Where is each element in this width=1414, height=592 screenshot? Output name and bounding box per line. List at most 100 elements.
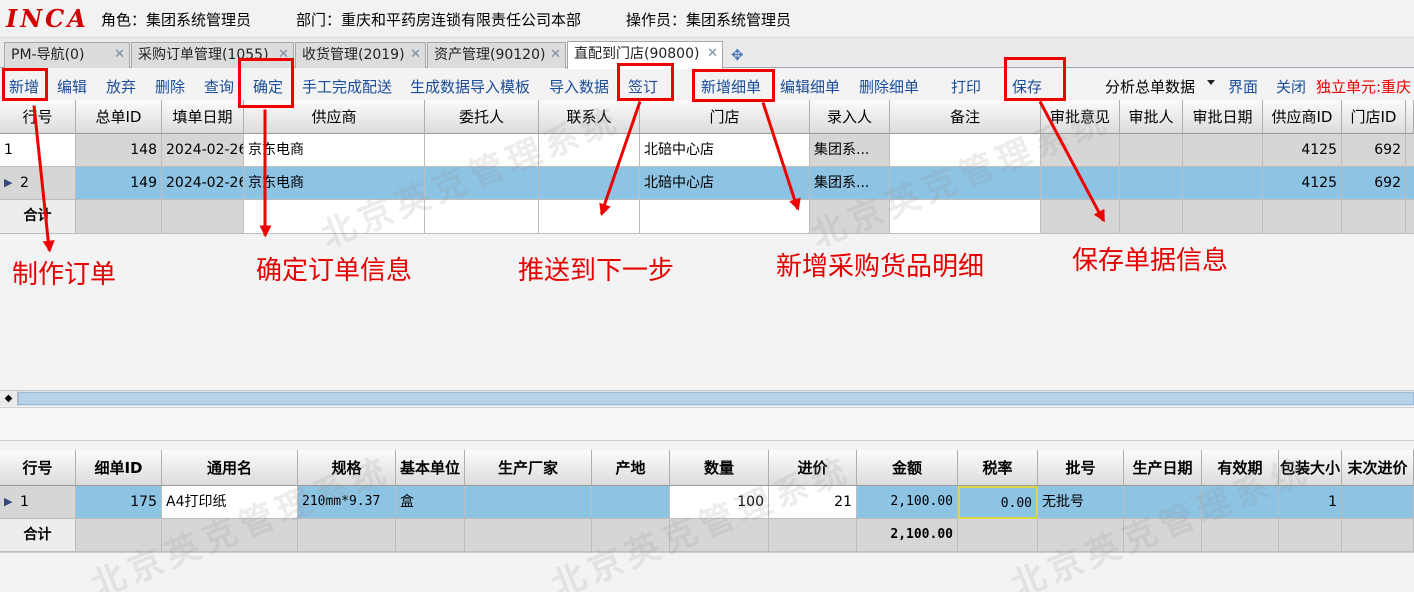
close-icon[interactable]: ✕ <box>410 43 421 67</box>
column-header[interactable]: 基本单位 <box>396 450 465 486</box>
total-cell <box>810 200 890 234</box>
supplier[interactable]: 京东电商 <box>244 134 425 167</box>
column-header[interactable]: 供应商 <box>244 100 425 134</box>
detail-grid-header: 行号 细单ID 通用名 规格 基本单位 生产厂家 产地 数量 进价 金额 税率 … <box>0 450 1414 486</box>
total-cell <box>1124 519 1202 552</box>
contact[interactable] <box>539 134 640 167</box>
close-icon[interactable]: ✕ <box>114 43 125 67</box>
column-header[interactable]: 备注 <box>890 100 1041 134</box>
close-icon[interactable]: ✕ <box>707 42 718 66</box>
column-header[interactable]: 联系人 <box>539 100 640 134</box>
splitter-bar[interactable] <box>0 407 1414 441</box>
column-header[interactable]: 进价 <box>769 450 857 486</box>
total-cell <box>890 200 1041 234</box>
view-button[interactable]: 界面 <box>1228 76 1258 97</box>
tab-receiving[interactable]: 收货管理(2019) ✕ <box>295 42 426 68</box>
tax-rate-input[interactable]: 0.00 <box>958 486 1038 519</box>
total-cell <box>539 200 640 234</box>
save-button[interactable]: 保存 <box>1012 76 1042 97</box>
client[interactable] <box>425 134 539 167</box>
delete-button[interactable]: 删除 <box>155 76 185 97</box>
tab-label: PM-导航(0) <box>11 47 85 63</box>
close-icon[interactable]: ✕ <box>550 43 561 67</box>
column-header[interactable]: 产地 <box>592 450 670 486</box>
column-header[interactable]: 税率 <box>958 450 1038 486</box>
close-icon[interactable]: ✕ <box>278 43 289 67</box>
note[interactable] <box>890 167 1041 200</box>
query-button[interactable]: 查询 <box>204 76 234 97</box>
column-header[interactable]: 行号 <box>0 100 76 134</box>
print-button[interactable]: 打印 <box>951 76 981 97</box>
tab-label: 直配到门店(90800) <box>574 46 700 62</box>
column-header[interactable]: 生产日期 <box>1124 450 1202 486</box>
column-header[interactable]: 批号 <box>1038 450 1124 486</box>
analyze-dropdown[interactable]: 分析总单数据 <box>1105 76 1195 97</box>
total-cell <box>465 519 592 552</box>
import-data-button[interactable]: 导入数据 <box>549 76 609 97</box>
base-unit: 盒 <box>396 486 465 519</box>
horizontal-scrollbar[interactable]: ◆ <box>0 390 1414 406</box>
column-header[interactable]: 细单ID <box>76 450 162 486</box>
edit-detail-button[interactable]: 编辑细单 <box>780 76 840 97</box>
store[interactable]: 北碚中心店 <box>640 167 810 200</box>
tab-direct-to-store[interactable]: 直配到门店(90800) ✕ <box>567 41 723 69</box>
tab-assets[interactable]: 资产管理(90120) ✕ <box>427 42 566 68</box>
add-button[interactable]: 新增 <box>9 76 39 97</box>
store[interactable]: 北碚中心店 <box>640 134 810 167</box>
column-header[interactable]: 金额 <box>857 450 958 486</box>
column-header[interactable]: 总单ID <box>76 100 162 134</box>
quantity-input[interactable]: 100 <box>670 486 769 519</box>
total-cell <box>1263 200 1342 234</box>
column-header[interactable]: 委托人 <box>425 100 539 134</box>
column-header[interactable]: 数量 <box>670 450 769 486</box>
column-header[interactable]: 门店 <box>640 100 810 134</box>
note[interactable] <box>890 134 1041 167</box>
total-cell <box>1120 200 1183 234</box>
supplier[interactable]: 京东电商 <box>244 167 425 200</box>
manual-complete-button[interactable]: 手工完成配送 <box>302 76 392 97</box>
total-label: 合计 <box>0 200 76 234</box>
scrollbar-thumb[interactable] <box>18 392 1414 405</box>
close-button[interactable]: 关闭 <box>1276 76 1306 97</box>
column-header[interactable]: 录入人 <box>810 100 890 134</box>
table-row-selected[interactable]: ▶ 1 175 A4打印纸 210mm*9.37 盒 100 21 2,100.0… <box>0 486 1414 519</box>
column-header[interactable]: 末次进价 <box>1342 450 1414 486</box>
column-header[interactable]: 有效期 <box>1202 450 1279 486</box>
scroll-left-icon[interactable]: ◆ <box>0 391 18 406</box>
generic-name[interactable]: A4打印纸 <box>162 486 298 519</box>
delete-detail-button[interactable]: 删除细单 <box>859 76 919 97</box>
discard-button[interactable]: 放弃 <box>106 76 136 97</box>
contact[interactable] <box>539 167 640 200</box>
add-detail-button[interactable]: 新增细单 <box>701 76 761 97</box>
row-number: ▶ 2 <box>0 167 76 200</box>
confirm-button[interactable]: 确定 <box>253 76 283 97</box>
column-header[interactable]: 审批意见 <box>1041 100 1120 134</box>
tab-purchase-orders[interactable]: 采购订单管理(1055) ✕ <box>131 42 294 68</box>
column-header[interactable]: 规格 <box>298 450 396 486</box>
column-header[interactable]: 生产厂家 <box>465 450 592 486</box>
column-header[interactable]: 审批日期 <box>1183 100 1263 134</box>
sign-button[interactable]: 签订 <box>628 76 658 97</box>
batch-number: 无批号 <box>1038 486 1124 519</box>
supplier-id: 4125 <box>1263 167 1342 200</box>
column-header[interactable]: 填单日期 <box>162 100 244 134</box>
tab-label: 资产管理(90120) <box>434 47 546 63</box>
column-header[interactable]: 行号 <box>0 450 76 486</box>
table-row-selected[interactable]: ▶ 2 149 2024-02-26 京东电商 北碚中心店 集团系... 4125… <box>0 167 1414 200</box>
column-header[interactable]: 门店ID <box>1342 100 1406 134</box>
store-id: 692 <box>1342 167 1406 200</box>
chevron-down-icon[interactable] <box>1207 80 1215 85</box>
price-input[interactable]: 21 <box>769 486 857 519</box>
generate-template-button[interactable]: 生成数据导入模板 <box>410 76 530 97</box>
tab-pm-nav[interactable]: PM-导航(0) ✕ <box>4 42 130 68</box>
annotation-make-order: 制作订单 <box>12 260 117 290</box>
client[interactable] <box>425 167 539 200</box>
column-header[interactable]: 审批人 <box>1120 100 1183 134</box>
column-header[interactable]: 通用名 <box>162 450 298 486</box>
total-row: 合计 2,100.00 <box>0 519 1414 552</box>
column-header[interactable]: 包装大小 <box>1279 450 1342 486</box>
plus-circle-icon[interactable]: ✥ <box>731 46 744 64</box>
edit-button[interactable]: 编辑 <box>57 76 87 97</box>
column-header[interactable]: 供应商ID <box>1263 100 1342 134</box>
table-row[interactable]: 1 148 2024-02-26 京东电商 北碚中心店 集团系... 4125 … <box>0 134 1414 167</box>
